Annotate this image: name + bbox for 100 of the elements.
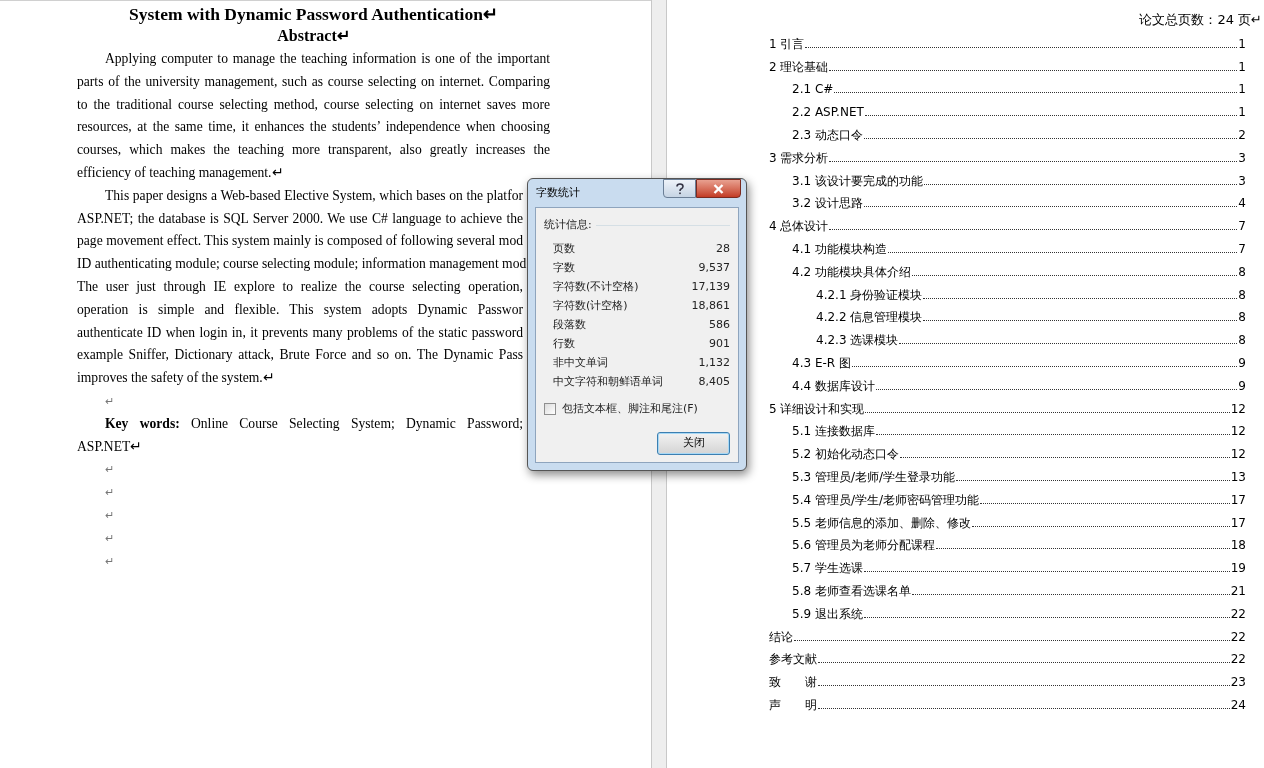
page-number: 22 — [1230, 651, 1246, 668]
stat-value: 9,537 — [698, 259, 730, 276]
stat-value: 17,139 — [691, 278, 730, 295]
toc-entry[interactable]: 声 明 — [769, 696, 817, 713]
paragraph-mark: ↵ — [105, 531, 114, 544]
paragraph-line: improves the safety of the system.↵ — [77, 369, 275, 388]
toc-entry[interactable]: 5.3 管理员/老师/学生登录功能 — [792, 468, 955, 485]
close-button[interactable] — [696, 179, 741, 198]
toc-entry[interactable]: 参考文献 — [769, 651, 817, 668]
stat-label: 页数 — [553, 240, 575, 257]
toc-entry[interactable]: 3.2 设计思路 — [792, 195, 863, 212]
toc-entry[interactable]: 4.2.1 身份验证模块 — [816, 286, 923, 303]
toc-entry[interactable]: 2 理论基础 — [769, 58, 829, 75]
section-heading: Abstract↵ — [277, 26, 350, 46]
toc-entry[interactable]: 结论 — [769, 628, 793, 645]
paragraph-line: operation is simple and flexible. This system adopts Dynamic Passwor — [77, 300, 523, 319]
toc-entry[interactable]: 5.8 老师查看选课名单 — [792, 582, 911, 599]
checkbox-label: 包括文本框、脚注和尾注(F) — [562, 400, 698, 417]
help-icon — [675, 182, 684, 195]
stat-value: 1,132 — [698, 354, 730, 371]
toc-entry[interactable]: 4.4 数据库设计 — [792, 377, 875, 394]
page-number: 12 — [1230, 446, 1246, 463]
page-number: 8 — [1238, 263, 1246, 280]
toc-entry[interactable]: 3.1 该设计要完成的功能 — [792, 172, 923, 189]
toc-entry[interactable]: 5.4 管理员/学生/老师密码管理功能 — [792, 491, 979, 508]
toc-entry[interactable]: 2.2 ASP.NET — [792, 104, 864, 121]
page-number: 18 — [1230, 537, 1246, 554]
toc-entry[interactable]: 2.1 C# — [792, 81, 834, 98]
paragraph-mark: ↵ — [105, 554, 114, 567]
page-number: 23 — [1230, 674, 1246, 691]
paragraph-line: efficiency of teaching management.↵ — [77, 164, 284, 182]
stat-label: 字符数(计空格) — [553, 297, 628, 314]
toc-entry[interactable]: 致 谢 — [769, 674, 817, 691]
paragraph-line: courses, which makes the teaching more transparent, also greatly increases the — [77, 141, 550, 160]
page-number: 1 — [1238, 104, 1246, 121]
close-dialog-button[interactable]: 关闭 — [657, 432, 730, 455]
paragraph-line: The user just through IE explore to realize the course selecting operation, — [77, 277, 523, 296]
stat-label: 非中文单词 — [553, 354, 608, 371]
page-number: 22 — [1230, 605, 1246, 622]
checkbox[interactable] — [544, 402, 556, 415]
page-number: 13 — [1230, 468, 1246, 485]
page-number: 4 — [1238, 195, 1246, 212]
stat-label: 字符数(不计空格) — [553, 278, 639, 295]
page-number: 21 — [1230, 582, 1246, 599]
toc-entry[interactable]: 1 引言 — [769, 35, 805, 52]
stat-value: 18,861 — [691, 297, 730, 314]
paragraph-mark: ↵ — [105, 486, 114, 499]
toc-entry[interactable]: 4.2.3 选课模块 — [816, 332, 899, 349]
toc-entry[interactable]: 5.6 管理员为老师分配课程 — [792, 537, 935, 554]
paragraph-mark: ↵ — [105, 394, 114, 407]
page-count-label: 论文总页数：24 页↵ — [1139, 11, 1262, 29]
document-title: System with Dynamic Password Authentication↵ — [129, 3, 498, 25]
page-number: 1 — [1238, 35, 1246, 52]
paragraph-line: ASP.NET; the database is SQL Server 2000. We use C# language to achieve the — [77, 209, 523, 228]
toc-entry[interactable]: 4.3 E-R 图 — [792, 354, 851, 371]
page-number: 7 — [1238, 240, 1246, 257]
stat-label: 行数 — [553, 335, 575, 352]
page-number: 9 — [1238, 354, 1246, 371]
page-number: 1 — [1238, 58, 1246, 75]
paragraph-line: example Sniffer, Dictionary attack, Brute Force and so on. The Dynamic Pass — [77, 346, 523, 365]
page-number: 2 — [1238, 127, 1246, 143]
paragraph-line: ASP.NET↵ — [77, 437, 143, 456]
paragraph-line: resources, at the same time, it enhances the students’ independence when choosing — [77, 118, 550, 137]
stat-value: 28 — [716, 240, 730, 257]
toc-entry[interactable]: 5.2 初始化动态口令 — [792, 446, 899, 463]
paragraph-line: This paper designs a Web-based Elective System, which bases on the platfor — [104, 186, 523, 205]
page-number: 17 — [1230, 491, 1246, 508]
page-number: 22 — [1230, 628, 1246, 645]
paragraph-line: Applying computer to manage the teaching information is one of the important — [104, 50, 550, 68]
toc-entry[interactable]: 3 需求分析 — [769, 149, 829, 166]
page-number: 3 — [1238, 149, 1246, 166]
toc-entry[interactable]: 2.3 动态口令 — [792, 127, 863, 143]
page-number: 1 — [1238, 81, 1246, 98]
toc-entry[interactable]: 4 总体设计 — [769, 218, 829, 235]
group-label: 统计信息: — [544, 217, 592, 233]
page-number: 7 — [1238, 218, 1246, 235]
toc-entry[interactable]: 4.1 功能模块构造 — [792, 240, 887, 257]
toc-entry[interactable]: 5 详细设计和实现 — [769, 400, 865, 417]
paragraph-line: Key words: Online Course Selecting System; Dynamic Password; — [104, 414, 523, 433]
paragraph-line: page movement effect. This system mainly is composed of following several mod — [77, 232, 523, 251]
close-icon — [713, 183, 724, 194]
toc-entry[interactable]: 4.2.2 信息管理模块 — [816, 309, 923, 326]
page-number: 12 — [1230, 400, 1246, 417]
page-number: 9 — [1238, 377, 1246, 394]
toc-entry[interactable]: 5.1 连接数据库 — [792, 423, 875, 440]
page-number: 8 — [1238, 286, 1246, 303]
toc-entry[interactable]: 5.7 学生选课 — [792, 560, 863, 577]
stat-label: 段落数 — [553, 316, 586, 333]
paragraph-line: parts of the university management, such as course selecting on internet. Comparing — [77, 72, 550, 91]
page-number: 8 — [1238, 332, 1246, 349]
page-number: 19 — [1230, 560, 1246, 577]
toc-entry[interactable]: 5.5 老师信息的添加、删除、修改 — [792, 514, 971, 531]
paragraph-mark: ↵ — [105, 463, 114, 476]
page-number: 12 — [1230, 423, 1246, 440]
stat-value: 901 — [709, 335, 730, 352]
help-button[interactable] — [663, 179, 696, 198]
paragraph-line: authenticate ID when login in, it prevents many problems of the static password — [77, 323, 523, 342]
toc-entry[interactable]: 5.9 退出系统 — [792, 605, 863, 622]
paragraph-mark: ↵ — [105, 508, 114, 521]
toc-entry[interactable]: 4.2 功能模块具体介绍 — [792, 263, 911, 280]
